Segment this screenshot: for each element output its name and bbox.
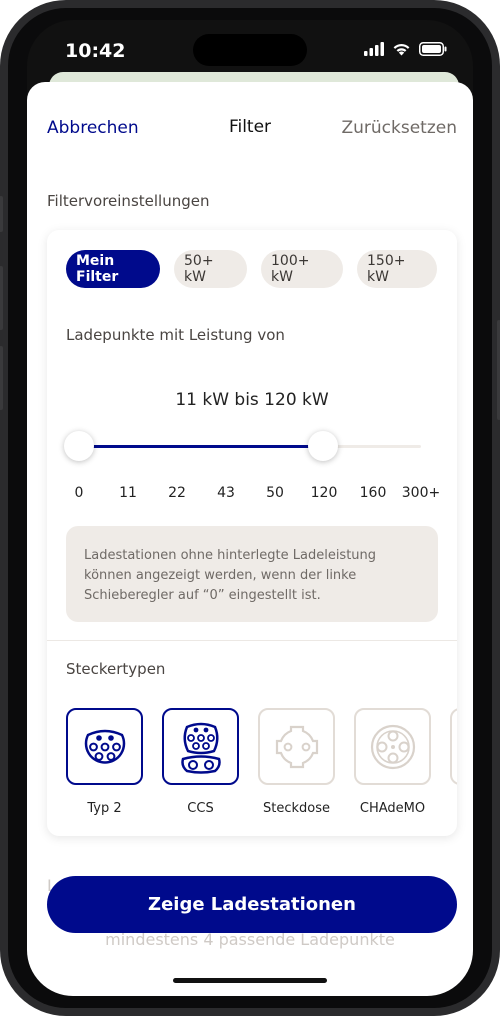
plug-more-tile[interactable] <box>450 708 457 785</box>
filter-sheet: Abbrechen Filter Zurücksetzen Filtervore… <box>27 82 473 996</box>
volume-down-button <box>0 346 3 410</box>
wifi-icon <box>393 44 410 56</box>
signal-icon <box>364 42 384 56</box>
plug-chademo-label: CHAdeMO <box>359 801 426 816</box>
power-tick-labels: 0 11 22 43 50 120 160 300+ <box>47 485 457 505</box>
dynamic-island <box>193 34 307 66</box>
plug-chademo-tile[interactable] <box>354 708 431 785</box>
power-slider-fill <box>79 445 324 448</box>
plug-steckdose[interactable]: Steckdose <box>258 708 335 816</box>
volume-up-button <box>0 266 3 330</box>
tick-label: 43 <box>217 485 235 501</box>
power-slider[interactable] <box>64 431 421 461</box>
divider <box>47 640 457 641</box>
show-stations-button[interactable]: Zeige Ladestationen <box>47 876 457 933</box>
filter-card: Mein Filter 50+ kW 100+ kW 150+ kW Ladep… <box>47 230 457 836</box>
status-time: 10:42 <box>65 40 126 62</box>
plug-type-list[interactable]: Typ 2 CCS Steckdose CHAdeMO <box>66 708 457 818</box>
nav-bar: Abbrechen Filter Zurücksetzen <box>27 82 473 172</box>
tick-label: 11 <box>119 485 137 501</box>
ccs-plug-icon <box>180 722 221 774</box>
preset-chips: Mein Filter 50+ kW 100+ kW 150+ kW <box>66 250 437 288</box>
plug-more[interactable] <box>450 708 457 785</box>
power-slider-min-handle[interactable] <box>64 431 94 461</box>
tick-label: 50 <box>266 485 284 501</box>
plug-chademo[interactable]: CHAdeMO <box>354 708 431 816</box>
plug-ccs[interactable]: CCS <box>162 708 239 816</box>
plug-steckdose-label: Steckdose <box>263 801 330 816</box>
screen: 10:42 Abbrechen Filter Zurücksetzen Filt… <box>27 20 473 996</box>
plug-type2[interactable]: Typ 2 <box>66 708 143 816</box>
power-heading: Ladepunkte mit Leistung von <box>66 326 285 344</box>
plug-ccs-tile[interactable] <box>162 708 239 785</box>
socket-plug-icon <box>275 725 318 768</box>
chip-50kw[interactable]: 50+ kW <box>174 250 247 288</box>
action-button <box>0 196 3 232</box>
plug-ccs-label: CCS <box>187 801 214 816</box>
chip-150kw[interactable]: 150+ kW <box>357 250 437 288</box>
battery-icon <box>419 42 447 56</box>
power-slider-max-handle[interactable] <box>308 431 339 461</box>
tick-label: 300+ <box>401 485 441 501</box>
power-info-note: Ladestationen ohne hinterlegte Ladeleist… <box>66 526 438 622</box>
chip-mein-filter[interactable]: Mein Filter <box>66 250 160 288</box>
home-indicator <box>173 978 327 983</box>
plug-type2-label: Typ 2 <box>87 801 122 816</box>
tick-label: 22 <box>168 485 186 501</box>
chademo-plug-icon <box>370 724 415 769</box>
phone-frame: 10:42 Abbrechen Filter Zurücksetzen Filt… <box>0 0 500 1016</box>
plug-type2-tile[interactable] <box>66 708 143 785</box>
presets-section-label: Filtervoreinstellungen <box>47 192 210 210</box>
chip-100kw[interactable]: 100+ kW <box>261 250 343 288</box>
tick-label: 160 <box>359 485 387 501</box>
plugs-heading: Steckertypen <box>66 660 166 678</box>
plug-steckdose-tile[interactable] <box>258 708 335 785</box>
status-icons <box>364 42 447 56</box>
type2-plug-icon <box>84 729 125 764</box>
power-range-value: 11 kW bis 120 kW <box>175 390 329 410</box>
tick-label: 120 <box>310 485 338 501</box>
reset-button[interactable]: Zurücksetzen <box>341 118 457 138</box>
tick-label: 0 <box>74 485 84 501</box>
